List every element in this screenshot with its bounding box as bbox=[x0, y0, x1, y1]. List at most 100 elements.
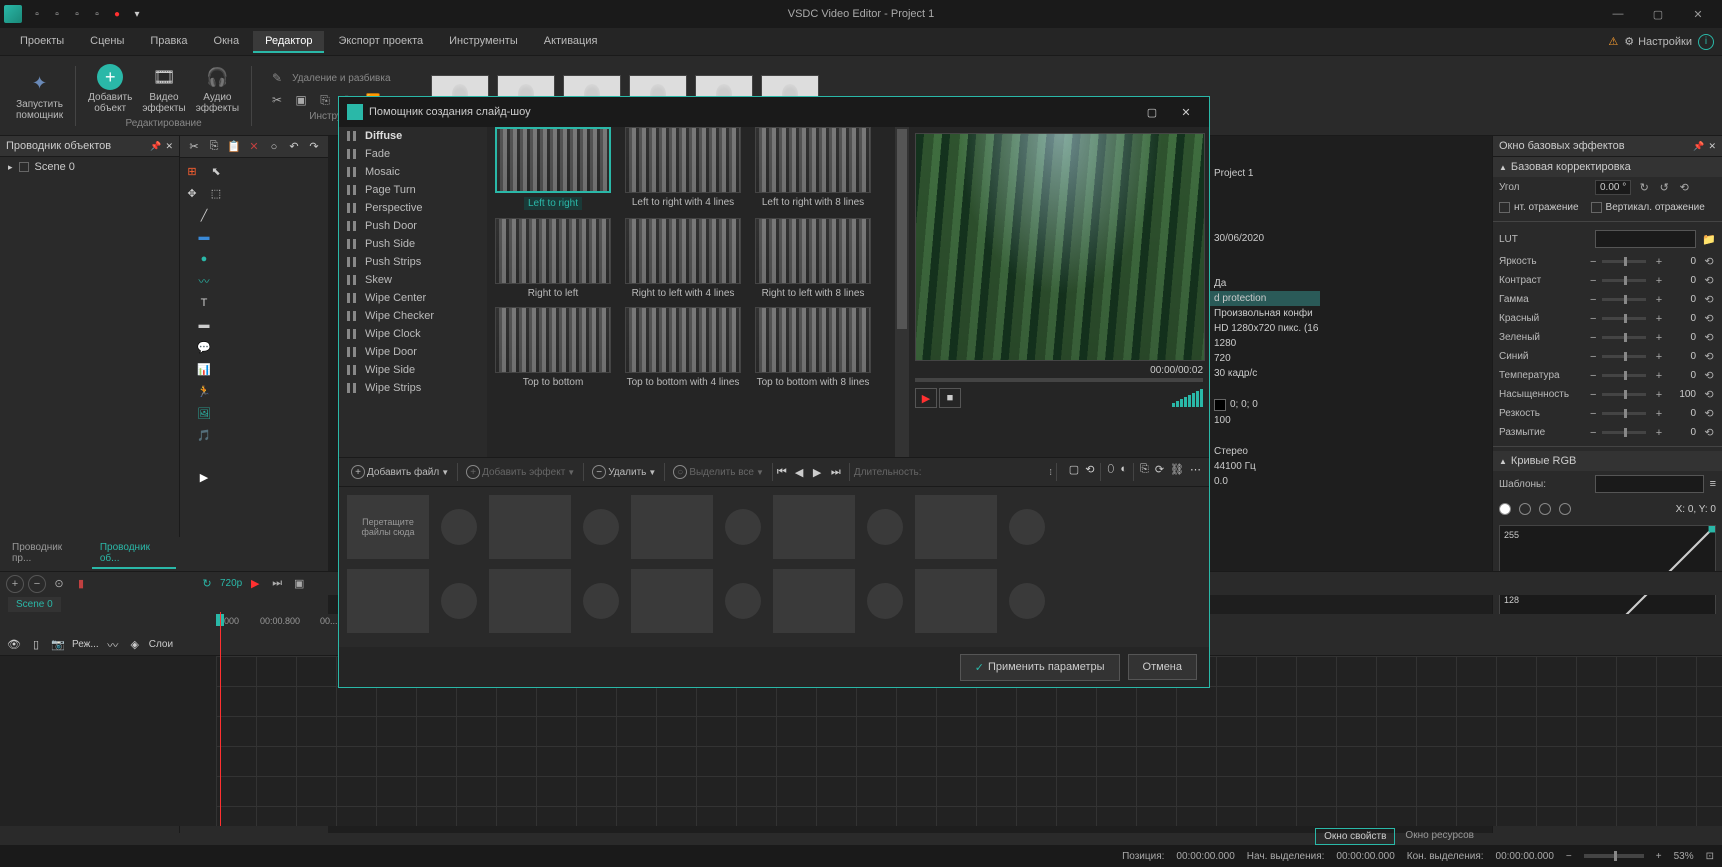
image-tool-icon[interactable]: 🖼 bbox=[194, 404, 214, 422]
ellipse-tool-icon[interactable]: ● bbox=[194, 250, 214, 268]
fit-icon[interactable]: ⊡ bbox=[1706, 851, 1714, 862]
slider-plus[interactable]: + bbox=[1652, 427, 1666, 439]
preview-play-button[interactable]: ▶ bbox=[915, 388, 937, 408]
add-object-button[interactable]: + Добавить объект bbox=[86, 62, 134, 116]
fx-icon[interactable]: 📷 bbox=[50, 637, 66, 653]
split-tool-icon[interactable]: ⎘ bbox=[316, 91, 334, 109]
audio-effects-button[interactable]: 🎧 Аудио эффекты bbox=[194, 62, 241, 116]
menu-edit[interactable]: Правка bbox=[138, 31, 199, 53]
copy-icon[interactable]: ⎘ bbox=[206, 139, 222, 155]
settings-dots-icon[interactable]: ⁞ bbox=[1050, 468, 1052, 477]
folder-icon[interactable]: 📁 bbox=[1702, 233, 1716, 246]
slider-plus[interactable]: + bbox=[1652, 256, 1666, 268]
reset-icon[interactable]: ⟲ bbox=[1702, 369, 1716, 382]
menu-activation[interactable]: Активация bbox=[532, 31, 610, 53]
pin-icon[interactable]: 📌 bbox=[150, 141, 161, 152]
effect-list-item[interactable]: Wipe Side bbox=[339, 361, 487, 379]
transition-thumb[interactable]: Left to right with 4 lines bbox=[625, 127, 741, 210]
crop-tool-icon[interactable]: ▣ bbox=[292, 91, 310, 109]
scene-tree-item[interactable]: ▸Scene 0 bbox=[0, 157, 179, 177]
slider-track[interactable] bbox=[1602, 336, 1646, 339]
skip-icon[interactable]: ⏭ bbox=[268, 575, 286, 593]
loop-icon[interactable]: ↻ bbox=[198, 575, 216, 593]
select-tool-icon[interactable]: ⬚ bbox=[206, 184, 226, 202]
flip-v-checkbox[interactable] bbox=[1591, 202, 1602, 213]
quick-undo-icon[interactable]: ▫ bbox=[90, 7, 104, 21]
slider-plus[interactable]: + bbox=[1652, 294, 1666, 306]
transition-slot[interactable] bbox=[867, 509, 903, 545]
select-all-button[interactable]: ○Выделить все▼ bbox=[669, 463, 768, 481]
reset-icon[interactable]: ⟲ bbox=[1702, 331, 1716, 344]
preview-resolution[interactable]: 720p bbox=[220, 578, 242, 589]
menu-tools[interactable]: Инструменты bbox=[437, 31, 530, 53]
tab-resources[interactable]: Окно ресурсов bbox=[1397, 828, 1482, 845]
display-icon[interactable]: ▣ bbox=[290, 575, 308, 593]
slider-plus[interactable]: + bbox=[1652, 313, 1666, 325]
menu-windows[interactable]: Окна bbox=[202, 31, 252, 53]
menu-icon[interactable]: ≡ bbox=[1710, 478, 1716, 490]
prev-icon[interactable]: ◀ bbox=[795, 466, 809, 479]
close-button[interactable]: ✕ bbox=[1678, 1, 1718, 27]
warning-icon[interactable]: ⚠ bbox=[1608, 35, 1618, 48]
add-effect-button[interactable]: +Добавить эффект▼ bbox=[462, 463, 579, 481]
transition-slot[interactable] bbox=[583, 583, 619, 619]
move-tool-icon[interactable]: ✥ bbox=[182, 184, 202, 202]
clip-slot[interactable] bbox=[489, 495, 571, 559]
preview-stop-button[interactable]: ■ bbox=[939, 388, 961, 408]
cut-tool-icon[interactable]: ✂ bbox=[268, 91, 286, 109]
text-tool-icon[interactable]: T bbox=[194, 294, 214, 312]
transition-slot[interactable] bbox=[441, 509, 477, 545]
settings-button[interactable]: ⚙ Настройки bbox=[1624, 35, 1692, 48]
effect-list-item[interactable]: Page Turn bbox=[339, 181, 487, 199]
tab-project-explorer[interactable]: Проводник пр... bbox=[4, 539, 88, 569]
blend-mode[interactable]: Реж... bbox=[72, 639, 99, 650]
transition-slot[interactable] bbox=[441, 583, 477, 619]
zoom-fit-icon[interactable]: ⊙ bbox=[50, 575, 68, 593]
wizard-button[interactable]: ✦ Запустить помощник bbox=[14, 69, 65, 123]
reset-icon[interactable]: ⟲ bbox=[1702, 312, 1716, 325]
dialog-maximize-button[interactable]: ▢ bbox=[1137, 101, 1167, 123]
delete-tool-icon[interactable]: ✎ bbox=[268, 69, 286, 87]
video-effects-button[interactable]: 🎞 Видео эффекты bbox=[140, 62, 187, 116]
apply-button[interactable]: Применить параметры bbox=[960, 654, 1120, 681]
slider-track[interactable] bbox=[1602, 279, 1646, 282]
minimize-button[interactable]: — bbox=[1598, 1, 1638, 27]
effect-list-item[interactable]: Push Door bbox=[339, 217, 487, 235]
transition-thumb[interactable]: Top to bottom with 8 lines bbox=[755, 307, 871, 388]
menu-scenes[interactable]: Сцены bbox=[78, 31, 136, 53]
effect-list-item[interactable]: Mosaic bbox=[339, 163, 487, 181]
transition-thumb[interactable]: Left to right bbox=[495, 127, 611, 210]
slider-track[interactable] bbox=[1602, 393, 1646, 396]
help-icon[interactable]: i bbox=[1698, 34, 1714, 50]
clip-slot[interactable] bbox=[915, 495, 997, 559]
quick-more-icon[interactable]: ▾ bbox=[130, 7, 144, 21]
scene-tab[interactable]: Scene 0 bbox=[8, 597, 61, 612]
clip-slot[interactable] bbox=[773, 495, 855, 559]
redo-icon[interactable]: ↷ bbox=[306, 139, 322, 155]
effect-list-item[interactable]: Push Side bbox=[339, 235, 487, 253]
dialog-titlebar[interactable]: Помощник создания слайд-шоу ▢ ✕ bbox=[339, 97, 1209, 127]
lut-combo[interactable] bbox=[1595, 230, 1696, 248]
animation-tool-icon[interactable]: 🏃 bbox=[194, 382, 214, 400]
chart-tool-icon[interactable]: 📊 bbox=[194, 360, 214, 378]
volume-indicator[interactable] bbox=[1172, 389, 1203, 407]
clip-slot[interactable] bbox=[773, 569, 855, 633]
reset-icon[interactable]: ⟲ bbox=[1677, 181, 1691, 194]
first-icon[interactable]: ⏮ bbox=[777, 466, 791, 479]
slider-plus[interactable]: + bbox=[1652, 370, 1666, 382]
rotate-ccw-icon[interactable]: ↺ bbox=[1657, 181, 1671, 194]
zoom-in-icon[interactable]: + bbox=[6, 575, 24, 593]
reset-icon[interactable]: ⟲ bbox=[1702, 426, 1716, 439]
transition-slot[interactable] bbox=[867, 583, 903, 619]
slider-plus[interactable]: + bbox=[1652, 389, 1666, 401]
effect-list-item[interactable]: Skew bbox=[339, 271, 487, 289]
prop-protection[interactable]: d protection bbox=[1210, 291, 1320, 306]
zoom-out-status-icon[interactable]: − bbox=[1566, 851, 1572, 862]
transition-slot[interactable] bbox=[725, 509, 761, 545]
slider-track[interactable] bbox=[1602, 260, 1646, 263]
menu-export[interactable]: Экспорт проекта bbox=[326, 31, 435, 53]
mask-icon[interactable]: ◐ bbox=[1120, 463, 1127, 481]
rotate-icon[interactable]: ⟲ bbox=[1085, 463, 1094, 481]
clip-slot[interactable] bbox=[489, 569, 571, 633]
copy-icon[interactable]: ⎘ bbox=[1140, 463, 1149, 481]
